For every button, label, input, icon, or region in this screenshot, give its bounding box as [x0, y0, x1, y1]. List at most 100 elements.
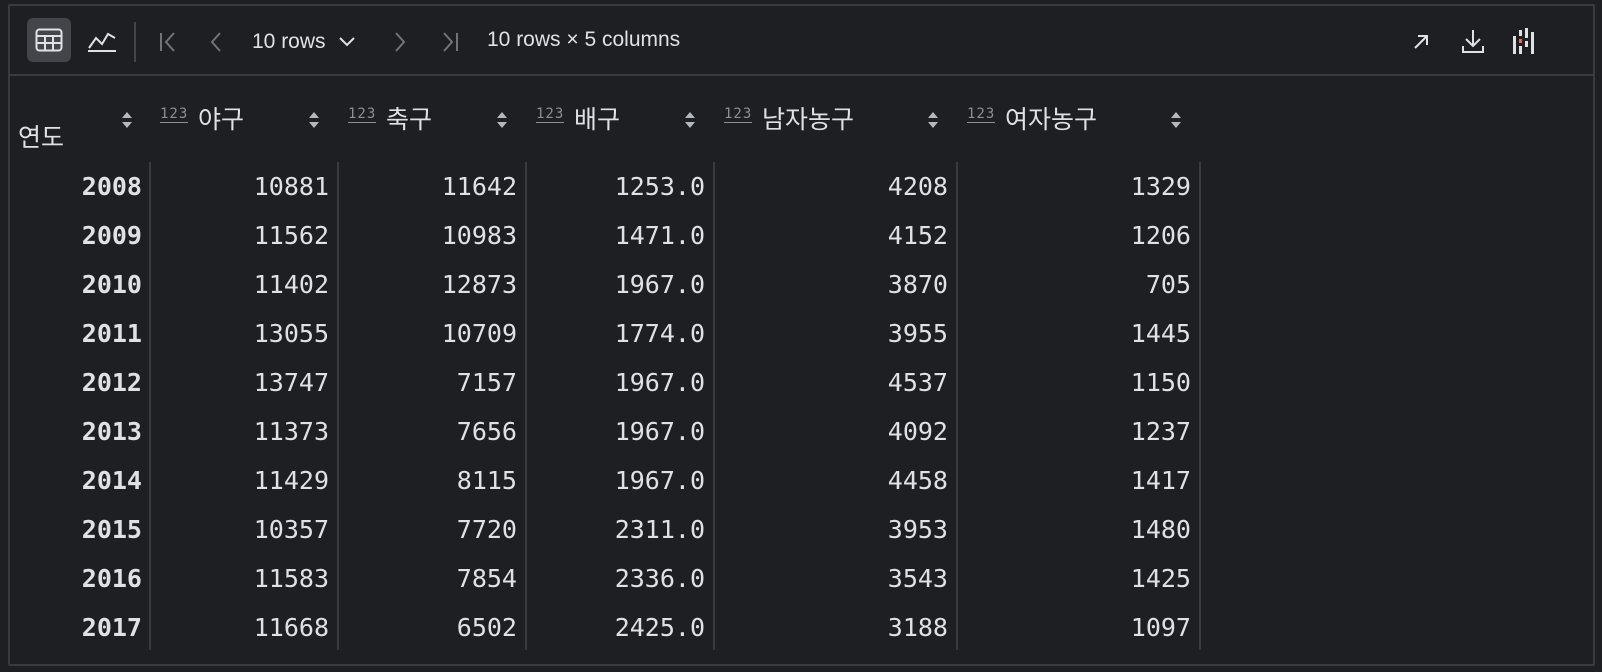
table-cell[interactable]: 2336.0 — [526, 554, 705, 603]
sort-icon[interactable] — [684, 110, 696, 130]
table-cell[interactable]: 10357 — [150, 505, 329, 554]
table-cell[interactable]: 11562 — [150, 211, 329, 260]
table-cell[interactable]: 1417 — [957, 456, 1191, 505]
table-cell[interactable]: 2425.0 — [526, 603, 705, 652]
column-header-index[interactable]: 연도 — [10, 76, 150, 162]
numeric-type-badge: 123 — [348, 106, 377, 123]
row-index-cell[interactable]: 2010 — [10, 260, 142, 309]
column-settings-button[interactable] — [1504, 21, 1544, 61]
table-cell[interactable]: 8115 — [338, 456, 517, 505]
table-cell[interactable]: 1445 — [957, 309, 1191, 358]
table-cell[interactable]: 1329 — [957, 162, 1191, 211]
table-cell[interactable]: 4458 — [714, 456, 948, 505]
table-cell[interactable]: 1774.0 — [526, 309, 705, 358]
table-cell[interactable]: 3953 — [714, 505, 948, 554]
table-cell[interactable]: 11402 — [150, 260, 329, 309]
table-cell[interactable]: 1150 — [957, 358, 1191, 407]
table-cell[interactable]: 2311.0 — [526, 505, 705, 554]
table-cell[interactable]: 3188 — [714, 603, 948, 652]
table-cell[interactable]: 1237 — [957, 407, 1191, 456]
table-cell[interactable]: 4208 — [714, 162, 948, 211]
table-cell[interactable]: 7854 — [338, 554, 517, 603]
table-cell[interactable]: 7720 — [338, 505, 517, 554]
sort-icon[interactable] — [1170, 110, 1182, 130]
table-cell[interactable]: 1967.0 — [526, 407, 705, 456]
table-cell[interactable]: 6502 — [338, 603, 517, 652]
numeric-type-badge: 123 — [967, 106, 996, 123]
table-cell[interactable]: 12873 — [338, 260, 517, 309]
download-button[interactable] — [1454, 22, 1492, 60]
table-cell[interactable]: 1480 — [957, 505, 1191, 554]
toolbar-divider — [134, 22, 136, 62]
table-cell[interactable]: 13055 — [150, 309, 329, 358]
sort-icon[interactable] — [308, 110, 320, 130]
sort-icon[interactable] — [927, 110, 939, 130]
column-header[interactable]: 123 야구 — [150, 76, 338, 162]
row-index-cell[interactable]: 2016 — [10, 554, 142, 603]
table-cell[interactable]: 11583 — [150, 554, 329, 603]
table-row[interactable]: 2010 11402 12873 1967.0 3870 705 — [10, 260, 1200, 309]
column-header[interactable]: 123 배구 — [526, 76, 714, 162]
table-cell[interactable]: 1425 — [957, 554, 1191, 603]
numeric-type-badge: 123 — [536, 106, 565, 123]
table-cell[interactable]: 4537 — [714, 358, 948, 407]
table-cell[interactable]: 11642 — [338, 162, 517, 211]
prev-page-button[interactable] — [198, 24, 234, 60]
table-row[interactable]: 2008 10881 11642 1253.0 4208 1329 — [10, 162, 1200, 211]
column-header[interactable]: 123 남자농구 — [714, 76, 957, 162]
table-row[interactable]: 2015 10357 7720 2311.0 3953 1480 — [10, 505, 1200, 554]
table-row[interactable]: 2017 11668 6502 2425.0 3188 1097 — [10, 603, 1200, 652]
table-cell[interactable]: 7656 — [338, 407, 517, 456]
table-cell[interactable]: 705 — [957, 260, 1191, 309]
table-cell[interactable]: 10709 — [338, 309, 517, 358]
rows-per-page-select[interactable]: 10 rows — [252, 24, 356, 60]
column-header-label: 야구 — [198, 106, 245, 134]
table-row[interactable]: 2012 13747 7157 1967.0 4537 1150 — [10, 358, 1200, 407]
table-cell[interactable]: 1097 — [957, 603, 1191, 652]
table-row[interactable]: 2014 11429 8115 1967.0 4458 1417 — [10, 456, 1200, 505]
table-cell[interactable]: 3543 — [714, 554, 948, 603]
table-row[interactable]: 2011 13055 10709 1774.0 3955 1445 — [10, 309, 1200, 358]
row-index-cell[interactable]: 2014 — [10, 456, 142, 505]
table-cell[interactable]: 11429 — [150, 456, 329, 505]
row-index-cell[interactable]: 2017 — [10, 603, 142, 652]
chart-view-button[interactable] — [80, 18, 124, 62]
table-cell[interactable]: 1253.0 — [526, 162, 705, 211]
row-index-cell[interactable]: 2015 — [10, 505, 142, 554]
table-row[interactable]: 2016 11583 7854 2336.0 3543 1425 — [10, 554, 1200, 603]
table-cell[interactable]: 1967.0 — [526, 358, 705, 407]
table-cell[interactable]: 13747 — [150, 358, 329, 407]
row-index-cell[interactable]: 2008 — [10, 162, 142, 211]
next-page-button[interactable] — [382, 24, 418, 60]
table-cell[interactable]: 10983 — [338, 211, 517, 260]
table-cell[interactable]: 1967.0 — [526, 260, 705, 309]
row-index-cell[interactable]: 2009 — [10, 211, 142, 260]
table-cell[interactable]: 1967.0 — [526, 456, 705, 505]
table-cell[interactable]: 7157 — [338, 358, 517, 407]
table-cell[interactable]: 11373 — [150, 407, 329, 456]
open-in-editor-button[interactable] — [1403, 24, 1439, 60]
column-header[interactable]: 123 축구 — [338, 76, 526, 162]
table-row[interactable]: 2009 11562 10983 1471.0 4152 1206 — [10, 211, 1200, 260]
last-page-button[interactable] — [432, 24, 468, 60]
row-index-cell[interactable]: 2011 — [10, 309, 142, 358]
table-cell[interactable]: 3955 — [714, 309, 948, 358]
table-cell[interactable]: 11668 — [150, 603, 329, 652]
row-index-cell[interactable]: 2013 — [10, 407, 142, 456]
table-cell[interactable]: 1471.0 — [526, 211, 705, 260]
first-page-button[interactable] — [150, 24, 186, 60]
column-header[interactable]: 123 여자농구 — [957, 76, 1200, 162]
table-cell[interactable]: 10881 — [150, 162, 329, 211]
column-header-label: 남자농구 — [762, 106, 855, 134]
table-cell[interactable]: 1206 — [957, 211, 1191, 260]
table-cell[interactable]: 4152 — [714, 211, 948, 260]
sort-icon[interactable] — [496, 110, 508, 130]
download-icon — [1462, 30, 1484, 53]
sort-icon[interactable] — [121, 110, 133, 130]
table-cell[interactable]: 3870 — [714, 260, 948, 309]
table-cell[interactable]: 4092 — [714, 407, 948, 456]
table-view-button[interactable] — [27, 18, 71, 62]
column-header-label: 축구 — [386, 106, 433, 134]
table-row[interactable]: 2013 11373 7656 1967.0 4092 1237 — [10, 407, 1200, 456]
row-index-cell[interactable]: 2012 — [10, 358, 142, 407]
